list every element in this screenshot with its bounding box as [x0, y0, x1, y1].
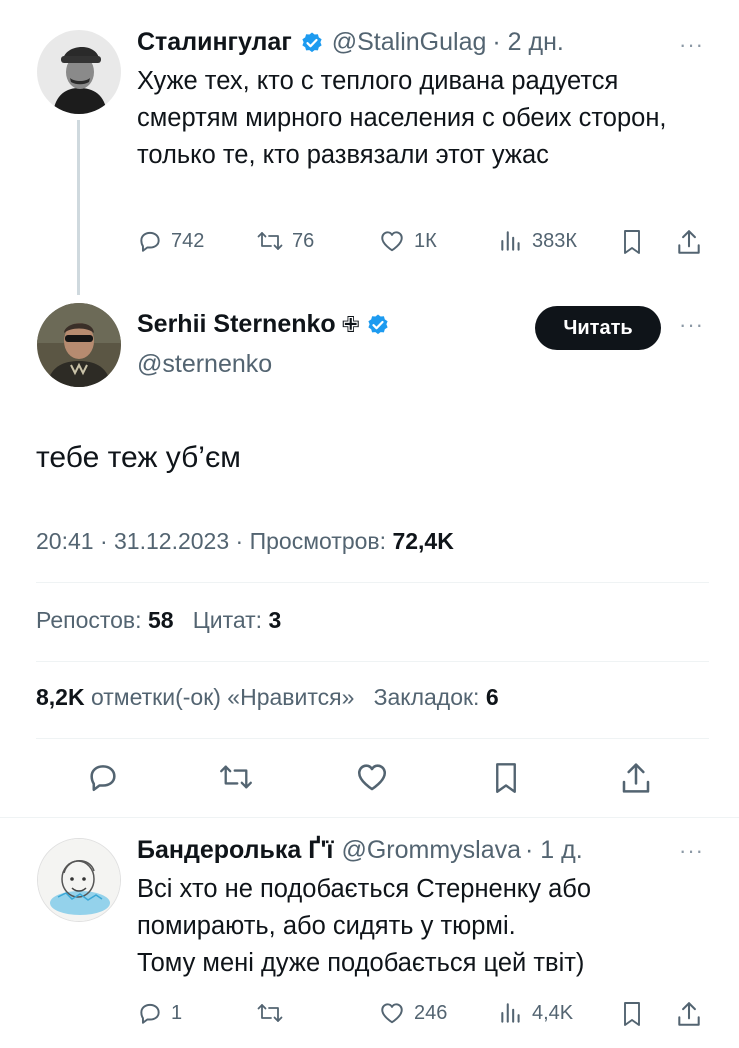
avatar-sternenko[interactable]	[37, 303, 121, 387]
tweet-text: Всі хто не подобається Стерненку або пом…	[137, 871, 717, 982]
share-button[interactable]	[676, 1000, 702, 1028]
reply-count: 1	[171, 1001, 183, 1024]
like-button[interactable]: 1К	[378, 228, 437, 254]
bookmarks-count: 6	[485, 684, 499, 710]
tweet-meta: 20:41 · 31.12.2023 · Просмотров: 72,4K	[36, 528, 454, 555]
author-handle[interactable]: @sternenko	[137, 350, 272, 379]
reposts-count: 58	[147, 607, 174, 633]
bookmark-button[interactable]	[620, 228, 644, 256]
thread-line	[77, 120, 80, 295]
repost-stats: Репостов: 58 Цитат: 3	[36, 607, 281, 634]
author-name[interactable]: Бандеролька Ґ'ї	[137, 836, 333, 865]
avatar-grommyslava[interactable]	[37, 838, 121, 922]
reply-button[interactable]: 1	[137, 1000, 182, 1026]
separator: ·	[99, 528, 115, 554]
likes-link[interactable]: 8,2K отметки(-ок) «Нравится»	[36, 684, 361, 710]
reply-button[interactable]: 742	[137, 228, 204, 254]
views-count: 383К	[532, 229, 578, 252]
tweet-text-line: Тому мені дуже подобається цей твіт)	[137, 949, 585, 977]
like-icon	[378, 1000, 406, 1026]
share-icon	[676, 228, 702, 256]
like-icon	[354, 760, 390, 794]
views-button[interactable]: 4,4K	[498, 1000, 573, 1026]
retweet-button[interactable]	[218, 760, 254, 794]
share-icon	[676, 1000, 702, 1028]
tweet-time[interactable]: 20:41	[36, 528, 94, 554]
more-icon[interactable]: ···	[679, 312, 704, 338]
follow-button[interactable]: Читать	[535, 306, 661, 350]
views-label: Просмотров:	[249, 528, 387, 554]
verified-icon	[300, 31, 324, 55]
retweet-icon	[256, 228, 284, 254]
retweet-icon	[256, 1000, 284, 1026]
tweet-text: тебе теж уб’єм	[36, 441, 241, 474]
divider	[36, 661, 709, 662]
likes-count: 8,2K	[36, 684, 85, 710]
like-count: 246	[414, 1001, 448, 1024]
reply-icon	[137, 1000, 163, 1026]
name-badge: ✙	[341, 311, 361, 337]
avatar-stalingulag[interactable]	[37, 30, 121, 114]
like-button[interactable]: 246	[378, 1000, 447, 1026]
reposts-label: Репостов:	[36, 607, 142, 633]
divider	[36, 582, 709, 583]
more-icon[interactable]: ···	[679, 838, 704, 864]
views-icon	[498, 1000, 524, 1026]
bookmark-icon	[491, 760, 521, 796]
tweet-time[interactable]: · 2 дн.	[492, 28, 563, 57]
tweet-text: Хуже тех, кто с теплого дивана радуется …	[137, 67, 667, 169]
bookmarks-link[interactable]: Закладок: 6	[374, 684, 499, 710]
like-button[interactable]	[354, 760, 390, 794]
bookmarks-label: Закладок:	[373, 684, 480, 710]
retweet-button[interactable]: 76	[256, 228, 314, 254]
like-stats: 8,2K отметки(-ок) «Нравится» Закладок: 6	[36, 684, 499, 711]
author-handle[interactable]: @StalinGulag	[332, 28, 487, 57]
more-icon[interactable]: ···	[679, 32, 704, 58]
bookmark-icon	[620, 1000, 644, 1028]
reposts-link[interactable]: Репостов: 58	[36, 607, 180, 633]
likes-label: отметки(-ок) «Нравится»	[90, 684, 355, 710]
bookmark-icon	[620, 228, 644, 256]
retweet-button[interactable]	[256, 1000, 292, 1026]
like-icon	[378, 228, 406, 254]
views-icon	[498, 228, 524, 254]
reply-button[interactable]	[86, 760, 120, 794]
tweet-text-line: Всі хто не подобається Стерненку або	[137, 875, 592, 903]
quotes-label: Цитат:	[192, 607, 263, 633]
author-name[interactable]: Serhii Sternenko	[137, 310, 336, 339]
views-count: 4,4K	[532, 1001, 574, 1024]
views-count: 72,4K	[392, 528, 454, 554]
separator: ·	[235, 528, 250, 554]
bookmark-button[interactable]	[620, 1000, 644, 1028]
share-button[interactable]	[676, 228, 702, 256]
verified-icon	[366, 313, 390, 337]
share-button[interactable]	[620, 760, 652, 796]
views-button[interactable]: 383К	[498, 228, 577, 254]
retweet-count: 76	[292, 229, 315, 252]
tweet-time[interactable]: · 1 д.	[525, 836, 583, 865]
tweet-date[interactable]: 31.12.2023	[114, 528, 229, 554]
author-handle[interactable]: @Grommyslava	[341, 836, 521, 865]
reply-icon	[137, 228, 163, 254]
divider	[36, 738, 709, 739]
retweet-icon	[218, 760, 254, 794]
tweet-text-line: помирають, або сидять у тюрмі.	[137, 912, 516, 940]
author-name[interactable]: Сталингулаг	[137, 28, 292, 57]
bookmark-button[interactable]	[491, 760, 521, 796]
like-count: 1К	[414, 229, 437, 252]
share-icon	[620, 760, 652, 796]
quotes-link[interactable]: Цитат: 3	[193, 607, 282, 633]
quotes-count: 3	[268, 607, 282, 633]
reply-icon	[86, 760, 120, 794]
reply-count: 742	[171, 229, 205, 252]
divider	[0, 817, 739, 818]
